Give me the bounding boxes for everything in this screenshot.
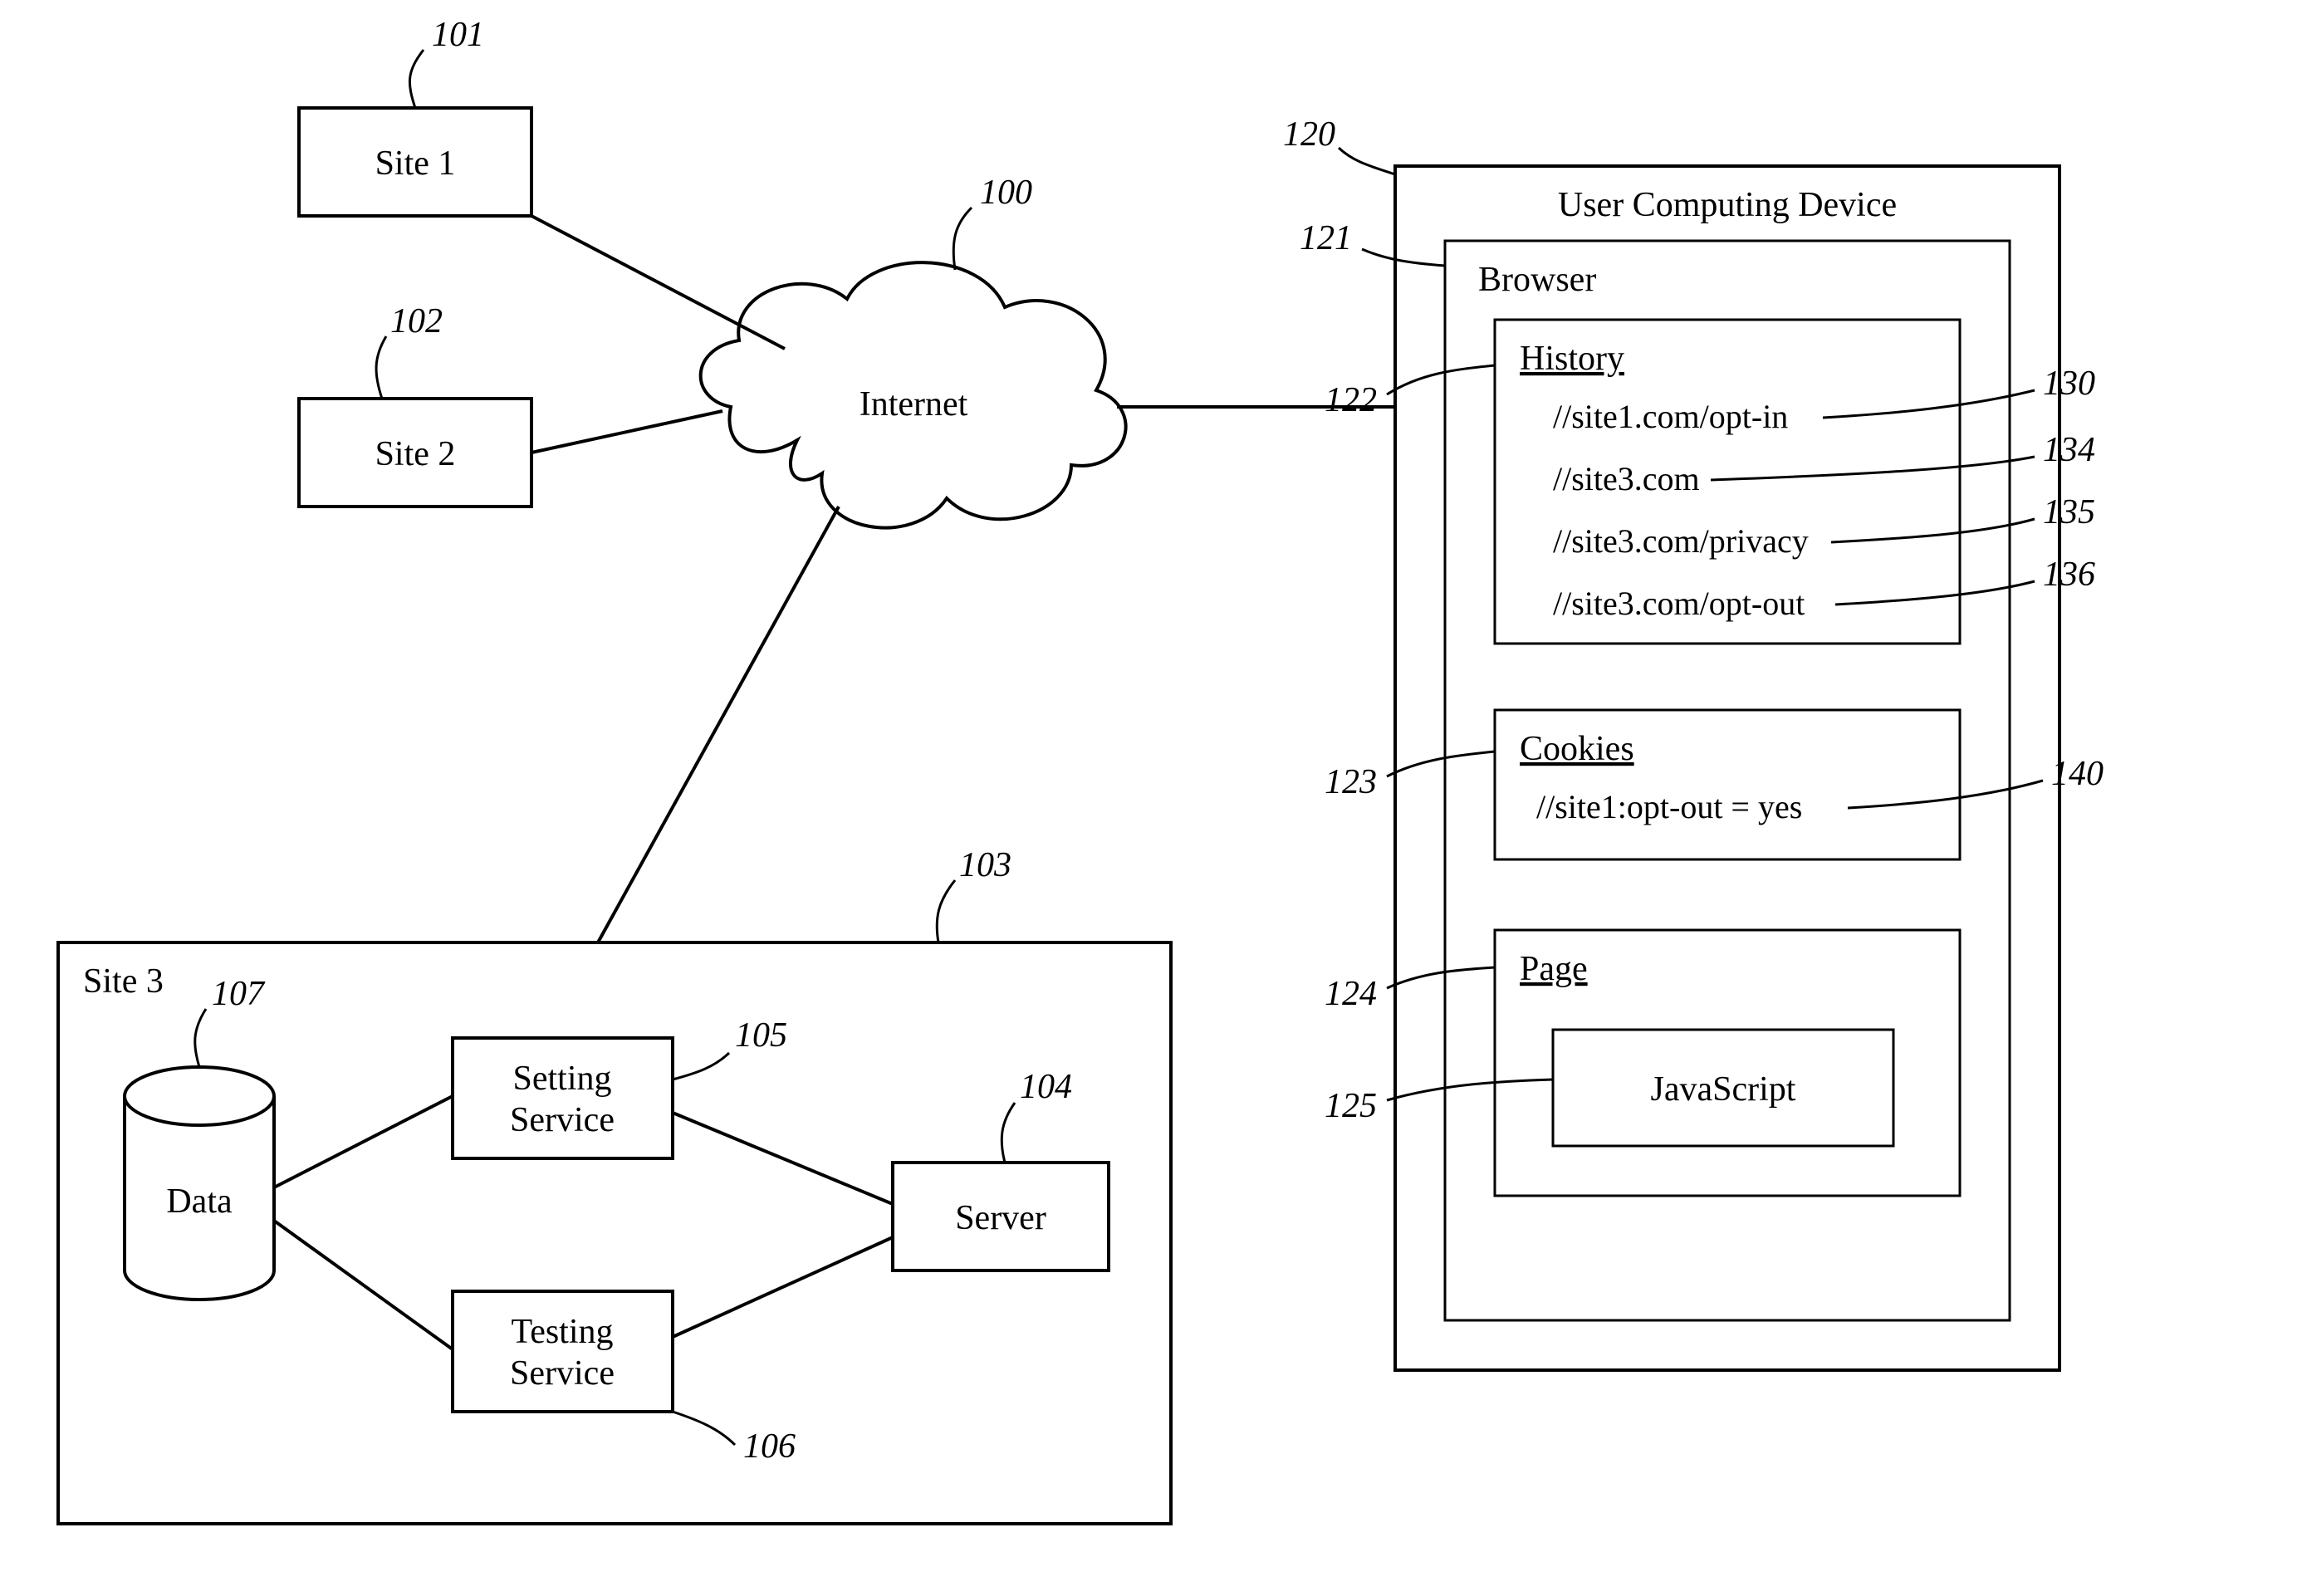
site3-label: Site 3 <box>83 962 164 1001</box>
setting-service-box <box>453 1038 673 1158</box>
ref-134: 134 <box>2043 431 2095 469</box>
ref-107: 107 <box>212 975 266 1013</box>
conn-site2-internet <box>531 411 722 453</box>
page-label: Page <box>1520 950 1588 988</box>
ref-leader-100 <box>953 208 972 270</box>
ref-121: 121 <box>1300 219 1352 257</box>
ref-124: 124 <box>1325 975 1377 1013</box>
ref-101: 101 <box>432 16 484 54</box>
history-label: History <box>1520 340 1624 378</box>
ref-leader-101 <box>409 50 424 108</box>
conn-site1-internet <box>531 216 785 349</box>
setting-service-l1: Setting <box>512 1060 611 1098</box>
history-item-0: //site1.com/opt-in <box>1553 398 1788 435</box>
conn-internet-site3 <box>598 507 839 942</box>
history-item-2: //site3.com/privacy <box>1553 522 1809 560</box>
ref-106: 106 <box>743 1427 796 1466</box>
site1-label: Site 1 <box>375 144 456 183</box>
internet-label: Internet <box>860 385 968 423</box>
cookies-label: Cookies <box>1520 730 1634 768</box>
javascript-label: JavaScript <box>1651 1070 1796 1109</box>
network-diagram: Site 1 101 Site 2 102 Internet 100 Site … <box>0 0 2302 1596</box>
ref-105: 105 <box>735 1016 787 1055</box>
ref-123: 123 <box>1325 763 1377 801</box>
cookies-item-0: //site1:opt-out = yes <box>1536 788 1802 825</box>
ref-122: 122 <box>1325 381 1377 419</box>
server-label: Server <box>955 1199 1046 1237</box>
user-device-label: User Computing Device <box>1558 186 1897 224</box>
ref-135: 135 <box>2043 493 2095 531</box>
testing-service-l2: Service <box>510 1354 615 1393</box>
ref-leader-120 <box>1339 148 1395 174</box>
browser-label: Browser <box>1478 261 1596 299</box>
testing-service-box <box>453 1291 673 1412</box>
history-item-3: //site3.com/opt-out <box>1553 585 1805 622</box>
ref-120: 120 <box>1283 115 1335 154</box>
ref-102: 102 <box>390 302 443 340</box>
testing-service-l1: Testing <box>511 1313 613 1351</box>
ref-104: 104 <box>1020 1068 1072 1106</box>
ref-130: 130 <box>2043 365 2095 403</box>
history-item-1: //site3.com <box>1553 460 1700 497</box>
ref-103: 103 <box>959 846 1011 884</box>
ref-100: 100 <box>980 174 1032 212</box>
ref-140: 140 <box>2051 755 2104 793</box>
setting-service-l2: Service <box>510 1101 615 1139</box>
ref-136: 136 <box>2043 556 2095 594</box>
site2-label: Site 2 <box>375 435 456 473</box>
ref-leader-103 <box>937 880 955 942</box>
data-label: Data <box>166 1182 233 1221</box>
ref-125: 125 <box>1325 1087 1377 1125</box>
ref-leader-102 <box>376 336 386 399</box>
